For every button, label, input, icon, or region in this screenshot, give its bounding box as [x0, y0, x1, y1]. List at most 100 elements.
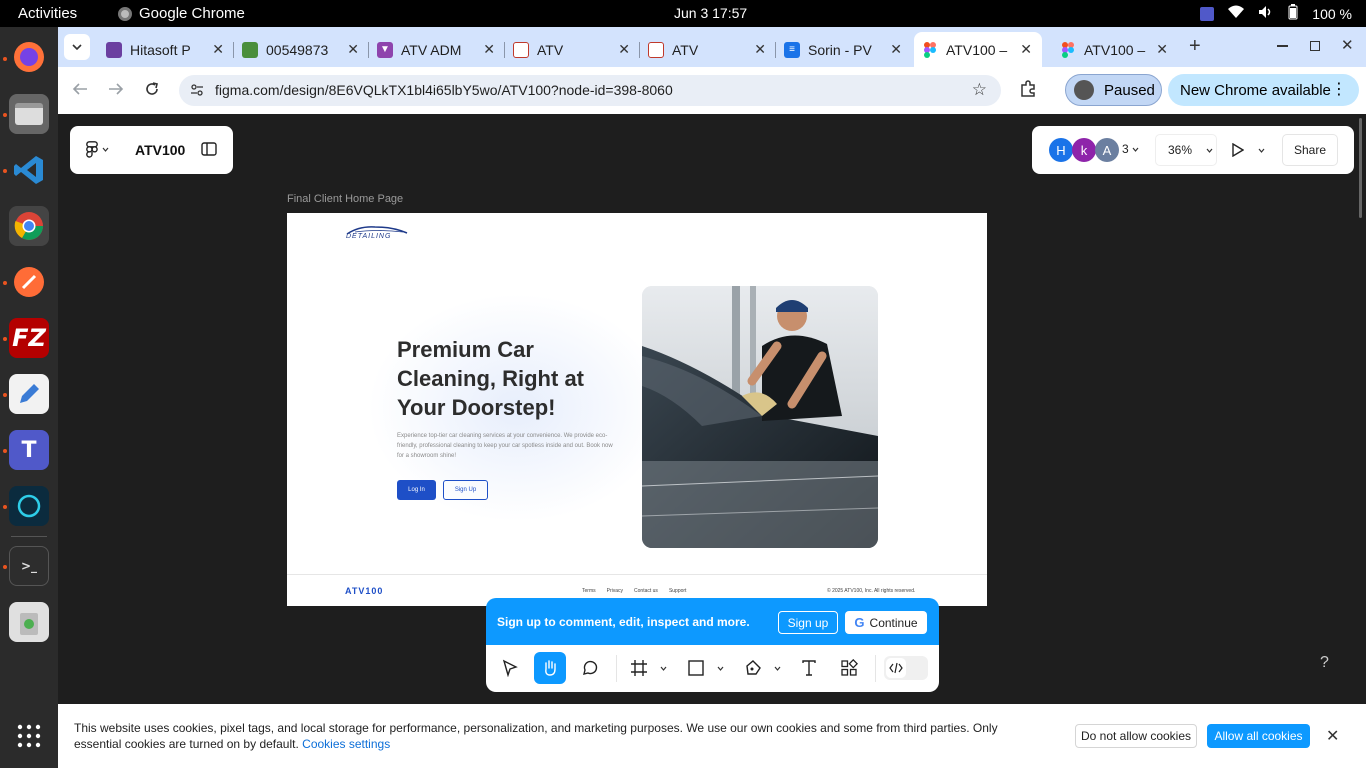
- extensions-icon[interactable]: [1019, 80, 1037, 103]
- tab-sorin[interactable]: ≡ Sorin - PV ✕: [776, 32, 912, 67]
- reload-icon[interactable]: [144, 81, 160, 102]
- filezilla-icon[interactable]: FZ: [9, 318, 49, 358]
- footer-link-privacy[interactable]: Privacy: [607, 588, 623, 594]
- collaborator-count[interactable]: 3: [1122, 142, 1139, 156]
- cloud-app-icon[interactable]: [9, 486, 49, 526]
- close-icon[interactable]: ✕: [1326, 726, 1339, 746]
- system-tray[interactable]: 100 %: [1200, 4, 1352, 23]
- deny-cookies-button[interactable]: Do not allow cookies: [1075, 724, 1197, 748]
- close-tab-icon[interactable]: ✕: [618, 41, 630, 58]
- more-menu-icon[interactable]: ⋮: [1331, 79, 1347, 99]
- new-tab-icon[interactable]: +: [1189, 35, 1201, 58]
- footer-link-terms[interactable]: Terms: [582, 588, 596, 594]
- figma-canvas[interactable]: ATV100 H k A 3 36% Share Final Client Ho…: [58, 114, 1356, 704]
- canvas-scrollbar[interactable]: [1356, 114, 1366, 704]
- chevron-down-icon: [72, 44, 82, 50]
- continue-google-button[interactable]: G Continue: [845, 611, 927, 634]
- close-tab-icon[interactable]: ✕: [483, 41, 495, 58]
- app-grid-icon[interactable]: [9, 716, 49, 756]
- minimize-icon[interactable]: [1277, 45, 1288, 47]
- google-icon: G: [854, 615, 865, 630]
- app-menu[interactable]: Google Chrome: [118, 5, 245, 22]
- signup-button[interactable]: Sign Up: [443, 480, 488, 500]
- sidebar-toggle-icon[interactable]: [201, 142, 217, 159]
- components-tool-icon[interactable]: [833, 652, 865, 684]
- teams-tray-icon[interactable]: [1200, 6, 1215, 21]
- avatar[interactable]: H: [1049, 138, 1073, 162]
- comment-tool-icon[interactable]: [574, 652, 606, 684]
- text-tool-icon[interactable]: [793, 652, 825, 684]
- maximize-icon[interactable]: [1310, 41, 1320, 51]
- back-icon[interactable]: [72, 81, 88, 102]
- close-tab-icon[interactable]: ✕: [1156, 41, 1168, 58]
- dev-mode-toggle[interactable]: [884, 656, 928, 680]
- postman-icon[interactable]: [9, 262, 49, 302]
- files-icon[interactable]: [9, 94, 49, 134]
- avatar[interactable]: A: [1095, 138, 1119, 162]
- design-frame[interactable]: DETAILING Premium Car Cleaning, Right at…: [287, 213, 987, 606]
- site-info-icon[interactable]: [190, 83, 204, 100]
- avatar[interactable]: k: [1072, 138, 1096, 162]
- footer-copyright: © 2025 ATV100, Inc. All rights reserved.: [827, 588, 916, 594]
- help-button[interactable]: ?: [1320, 654, 1329, 672]
- hero-image: [642, 286, 878, 548]
- profile-paused-button[interactable]: Paused: [1065, 74, 1162, 106]
- close-window-icon[interactable]: ✕: [1341, 36, 1354, 54]
- continue-label: Continue: [869, 615, 918, 630]
- chrome-update-button[interactable]: New Chrome available ⋮: [1168, 74, 1359, 106]
- tab-00549873[interactable]: 00549873 ✕: [234, 32, 369, 67]
- zoom-control[interactable]: 36%: [1155, 134, 1217, 166]
- cookie-settings-link[interactable]: Cookies settings: [302, 737, 390, 751]
- tab-atv100-active[interactable]: ATV100 – ✕: [914, 32, 1042, 67]
- move-tool-icon[interactable]: [494, 652, 526, 684]
- teams-icon[interactable]: T: [9, 430, 49, 470]
- footer-link-contact[interactable]: Contact us: [634, 588, 658, 594]
- close-tab-icon[interactable]: ✕: [347, 41, 359, 58]
- app-name-label: Google Chrome: [139, 5, 245, 22]
- rectangle-tool-icon[interactable]: [680, 652, 712, 684]
- running-indicator: [3, 393, 7, 397]
- clock[interactable]: Jun 3 17:57: [674, 5, 747, 21]
- chevron-down-icon[interactable]: [660, 666, 667, 671]
- dock-separator: [11, 536, 47, 537]
- file-name[interactable]: ATV100: [135, 142, 185, 158]
- chevron-down-icon[interactable]: [774, 666, 781, 671]
- terminal-icon[interactable]: >_: [9, 546, 49, 586]
- tab-atv100-2[interactable]: ATV100 – ✕: [1052, 32, 1178, 67]
- close-tab-icon[interactable]: ✕: [890, 41, 902, 58]
- activities-button[interactable]: Activities: [18, 5, 77, 22]
- chevron-down-icon[interactable]: [717, 666, 724, 671]
- browser-window: Hitasoft P ✕ 00549873 ✕ ▼ ATV ADM ✕ ATV …: [58, 27, 1366, 114]
- forward-icon[interactable]: [108, 81, 124, 102]
- allow-cookies-button[interactable]: Allow all cookies: [1207, 724, 1310, 748]
- chevron-down-icon[interactable]: [1258, 148, 1265, 153]
- firefox-icon[interactable]: [9, 37, 49, 77]
- tab-atv-1[interactable]: ATV ✕: [505, 32, 640, 67]
- scrollbar-thumb[interactable]: [1359, 118, 1362, 218]
- login-button[interactable]: Log In: [397, 480, 436, 500]
- close-tab-icon[interactable]: ✕: [212, 41, 224, 58]
- vscode-icon[interactable]: [9, 150, 49, 190]
- text-editor-icon[interactable]: [9, 374, 49, 414]
- frame-tool-icon[interactable]: [623, 652, 655, 684]
- footer-link-support[interactable]: Support: [669, 588, 687, 594]
- pen-tool-icon[interactable]: [737, 652, 769, 684]
- tab-search-button[interactable]: [64, 34, 90, 60]
- frame-label[interactable]: Final Client Home Page: [287, 193, 403, 205]
- present-play-icon[interactable]: [1232, 142, 1245, 162]
- signup-prompt-button[interactable]: Sign up: [778, 611, 838, 634]
- chrome-dock-icon[interactable]: [9, 206, 49, 246]
- running-indicator: [3, 449, 7, 453]
- share-button[interactable]: Share: [1282, 134, 1338, 166]
- bookmark-star-icon[interactable]: ☆: [972, 80, 987, 100]
- footer-brand: ATV100: [345, 586, 384, 596]
- close-tab-icon[interactable]: ✕: [754, 41, 766, 58]
- figma-menu-button[interactable]: [86, 141, 109, 158]
- tab-atv-admin[interactable]: ▼ ATV ADM ✕: [369, 32, 505, 67]
- hand-tool-icon[interactable]: [534, 652, 566, 684]
- trash-icon[interactable]: [9, 602, 49, 642]
- close-tab-icon[interactable]: ✕: [1020, 41, 1032, 58]
- tab-atv-2[interactable]: ATV ✕: [640, 32, 776, 67]
- tab-hitasoft[interactable]: Hitasoft P ✕: [98, 32, 234, 67]
- address-bar[interactable]: figma.com/design/8E6VQLkTX1bl4i65lbY5wo/…: [179, 75, 1001, 106]
